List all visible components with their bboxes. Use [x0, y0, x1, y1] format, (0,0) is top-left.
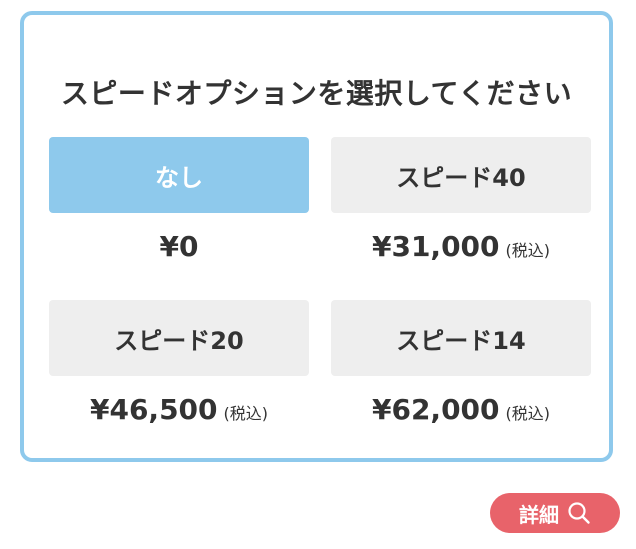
- option-speed40-price-row: ¥31,000 (税込): [331, 227, 591, 271]
- option-none: なし ¥0: [49, 137, 309, 271]
- detail-button-label: 詳細: [519, 502, 559, 527]
- option-none-button[interactable]: なし: [49, 137, 309, 213]
- option-speed40-button[interactable]: スピード40: [331, 137, 591, 213]
- option-speed20-price: ¥46,500: [89, 393, 218, 426]
- option-speed20-price-row: ¥46,500 (税込): [49, 390, 309, 434]
- option-none-price: ¥0: [159, 230, 199, 263]
- speed-option-panel: スピードオプションを選択してください なし ¥0 スピード40 ¥31,000 (…: [20, 11, 613, 462]
- option-speed14-tax-note: (税込): [505, 404, 551, 423]
- option-speed40-tax-note: (税込): [505, 241, 551, 260]
- panel-title: スピードオプションを選択してください: [60, 77, 573, 110]
- option-speed14-price: ¥62,000: [371, 393, 500, 426]
- option-none-price-row: ¥0: [49, 227, 309, 271]
- search-icon: [567, 501, 591, 525]
- option-speed14-price-row: ¥62,000 (税込): [331, 390, 591, 434]
- option-speed14: スピード14 ¥62,000 (税込): [331, 300, 591, 434]
- option-speed40-price: ¥31,000: [371, 230, 500, 263]
- option-speed20-button[interactable]: スピード20: [49, 300, 309, 376]
- option-speed14-button[interactable]: スピード14: [331, 300, 591, 376]
- option-speed20-tax-note: (税込): [223, 404, 269, 423]
- option-speed40: スピード40 ¥31,000 (税込): [331, 137, 591, 271]
- detail-button[interactable]: 詳細: [490, 493, 620, 533]
- option-speed20: スピード20 ¥46,500 (税込): [49, 300, 309, 434]
